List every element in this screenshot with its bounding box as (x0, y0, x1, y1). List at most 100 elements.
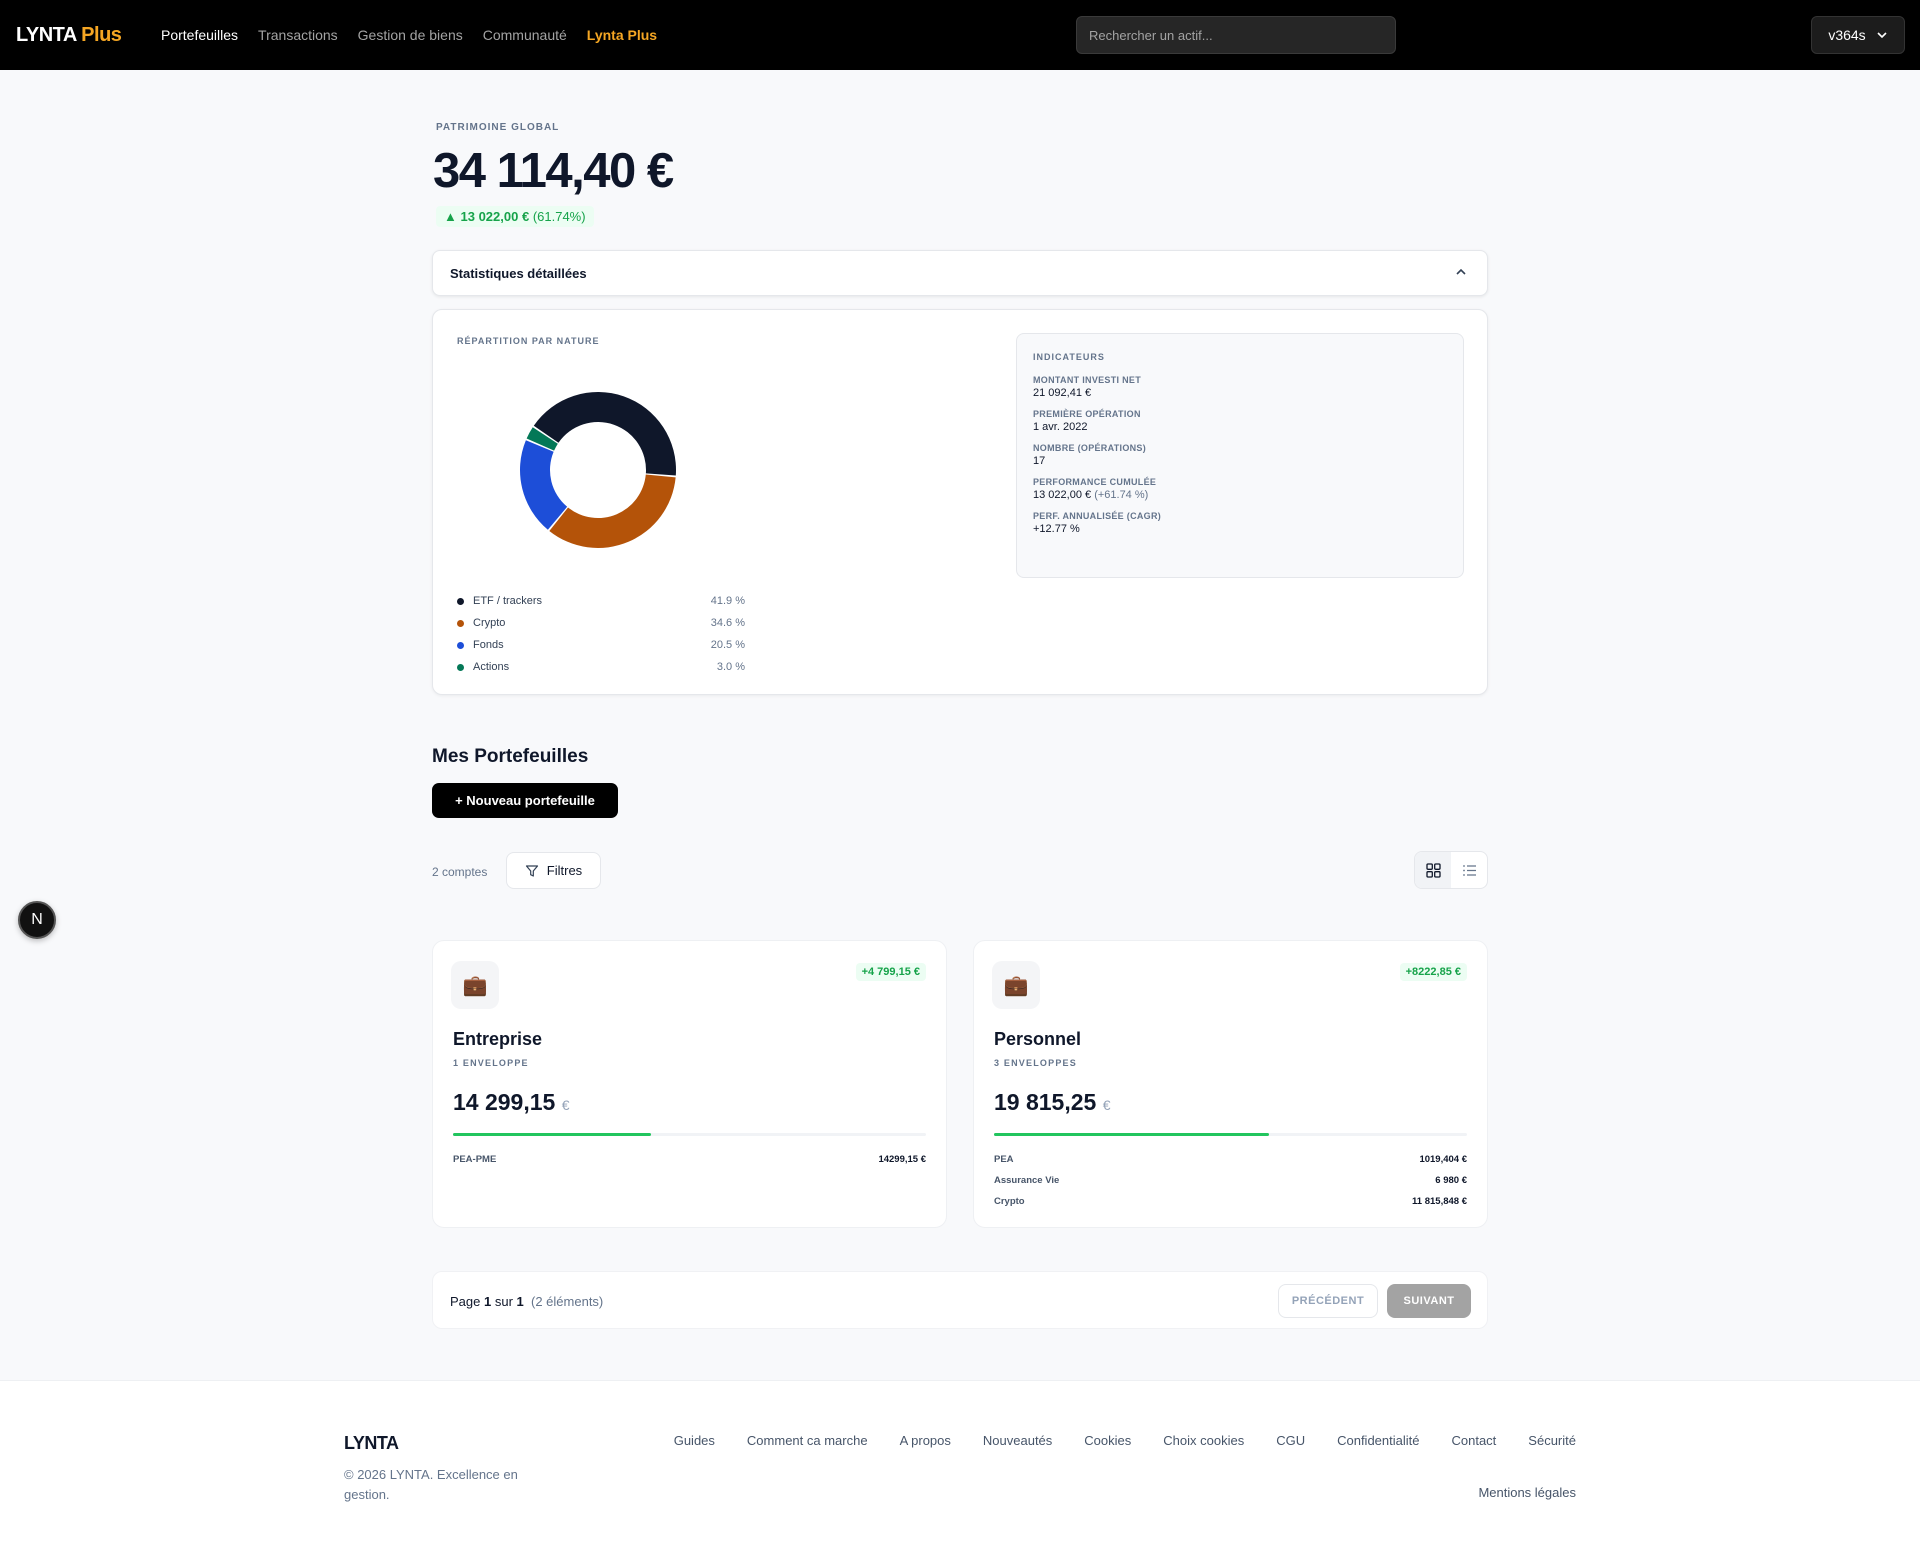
legend-item: Fonds 20.5 % (457, 634, 745, 656)
username: v364s (1828, 27, 1866, 43)
view-toggle (1414, 851, 1488, 889)
grid-view-button[interactable] (1415, 852, 1451, 888)
new-portfolio-button[interactable]: + Nouveau portefeuille (432, 783, 618, 818)
nav-link-portefeuilles[interactable]: Portefeuilles (161, 27, 238, 43)
logo[interactable]: LYNTA Plus (16, 24, 122, 47)
portfolio-share-bar (453, 1133, 926, 1136)
footer-link-guides[interactable]: Guides (674, 1433, 715, 1448)
portfolio-value-amount: 14 299,15 (453, 1089, 556, 1115)
portfolio-name: Entreprise (453, 1029, 543, 1049)
chevron-up-icon (1456, 268, 1466, 275)
footer-link-confidentialite[interactable]: Confidentialité (1337, 1433, 1419, 1448)
of-word: sur (494, 1294, 513, 1309)
legend-item: Actions 3.0 % (457, 656, 745, 678)
nav-link-communaute[interactable]: Communauté (483, 27, 567, 43)
nav-link-gestion-de-biens[interactable]: Gestion de biens (358, 27, 463, 43)
list-icon (1462, 864, 1476, 876)
indicator-montant-investi: MONTANT INVESTI NET 21 092,41 € (1033, 375, 1447, 399)
legend-label: Crypto (473, 617, 506, 629)
patrimoine-label: PATRIMOINE GLOBAL (436, 122, 560, 133)
legend-dot (457, 619, 464, 627)
legend-value: 3.0 % (716, 661, 745, 673)
envelope-row: Assurance Vie 6 980 € (994, 1175, 1467, 1196)
filters-label: Filtres (546, 863, 583, 878)
pagination: Page 1 sur 1 (2 éléments) PRÉCÉDENT SUIV… (432, 1271, 1488, 1329)
nav-links: Portefeuilles Transactions Gestion de bi… (161, 27, 657, 43)
stats-panel: RÉPARTITION PAR NATURE ETF / trackers 41.… (432, 309, 1488, 695)
total-pages: 1 (516, 1294, 524, 1309)
legend-value: 34.6 % (710, 617, 745, 629)
footer-logo: LYNTA (344, 1433, 399, 1453)
previous-page-button[interactable]: PRÉCÉDENT (1278, 1284, 1378, 1318)
footer-link-nouveautes[interactable]: Nouveautés (983, 1433, 1052, 1448)
next-page-button[interactable]: SUIVANT (1387, 1284, 1471, 1318)
portfolio-value-amount: 19 815,25 (994, 1089, 1097, 1115)
footer-link-cgu[interactable]: CGU (1276, 1433, 1305, 1448)
envelope-row: PEA 1019,404 € (994, 1154, 1467, 1175)
envelope-row: Crypto 11 815,848 € (994, 1196, 1467, 1217)
footer-link-securite[interactable]: Sécurité (1528, 1433, 1576, 1448)
indicator-label: NOMBRE (OPÉRATIONS) (1033, 443, 1147, 453)
indicator-value: 21 092,41 € (1033, 387, 1092, 399)
legend-label: Fonds (473, 639, 504, 651)
legend-item: ETF / trackers 41.9 % (457, 590, 745, 612)
user-menu-button[interactable]: v364s (1811, 16, 1905, 54)
legend-dot (457, 663, 464, 671)
envelope-name: Crypto (994, 1196, 1025, 1207)
search-input[interactable] (1076, 16, 1396, 54)
portfolio-card-entreprise[interactable]: 💼 +4 799,15 € Entreprise 1 ENVELOPPE 14 … (432, 940, 947, 1228)
legend-label: ETF / trackers (473, 595, 543, 607)
envelope-name: Assurance Vie (994, 1175, 1060, 1186)
page-word: Page (450, 1294, 481, 1309)
envelope-value: 6 980 € (1435, 1175, 1467, 1186)
envelope-value: 14299,15 € (878, 1154, 926, 1165)
list-view-button[interactable] (1451, 852, 1487, 888)
portfolio-share-bar (994, 1133, 1467, 1136)
floating-n-button[interactable]: N (18, 901, 56, 939)
portfolio-name: Personnel (994, 1029, 1082, 1049)
footer-link-contact[interactable]: Contact (1451, 1433, 1496, 1448)
envelope-count: 3 ENVELOPPES (994, 1058, 1077, 1068)
repartition-label: RÉPARTITION PAR NATURE (457, 336, 600, 346)
indicator-cagr: PERF. ANNUALISÉE (CAGR) +12.77 % (1033, 511, 1447, 535)
envelope-name: PEA (994, 1154, 1014, 1165)
currency-symbol: € (1102, 1097, 1111, 1113)
envelope-list: PEA 1019,404 € Assurance Vie 6 980 € Cry… (994, 1154, 1467, 1217)
footer-copyright: © 2026 LYNTA. Excellence en gestion. (344, 1467, 518, 1502)
footer-link-comment-ca-marche[interactable]: Comment ca marche (747, 1433, 868, 1448)
currency-symbol: € (561, 1097, 570, 1113)
chart-legend: ETF / trackers 41.9 % Crypto 34.6 % Fonds 20.… (457, 590, 745, 678)
nav-link-lynta-plus[interactable]: Lynta Plus (587, 27, 657, 43)
nav-link-transactions[interactable]: Transactions (258, 27, 338, 43)
pagination-info: Page 1 sur 1 (2 éléments) (450, 1294, 603, 1309)
delta-amount: 13 022,00 € (460, 209, 530, 224)
grid-icon (1425, 862, 1441, 878)
current-page: 1 (484, 1294, 492, 1309)
envelope-value: 11 815,848 € (1412, 1196, 1467, 1207)
portfolio-share-fill (453, 1133, 652, 1136)
footer-link-choix-cookies[interactable]: Choix cookies (1163, 1433, 1244, 1448)
footer-link-cookies[interactable]: Cookies (1084, 1433, 1131, 1448)
indicator-nombre-operations: NOMBRE (OPÉRATIONS) 17 (1033, 443, 1447, 467)
indicator-value: 1 avr. 2022 (1033, 421, 1088, 433)
footer: LYNTA © 2026 LYNTA. Excellence en gestio… (0, 1380, 1920, 1552)
stats-accordion-header[interactable]: Statistiques détaillées (432, 250, 1488, 296)
portfolio-card-personnel[interactable]: 💼 +8222,85 € Personnel 3 ENVELOPPES 19 8… (973, 940, 1488, 1228)
footer-link-a-propos[interactable]: A propos (900, 1433, 951, 1448)
filters-button[interactable]: Filtres (506, 852, 601, 889)
portfolios-heading: Mes Portefeuilles (432, 746, 589, 767)
legend-dot (457, 597, 464, 605)
legend-label: Actions (473, 661, 510, 673)
legend-dot (457, 641, 464, 649)
envelope-name: PEA-PME (453, 1154, 497, 1165)
legend-value: 41.9 % (710, 595, 745, 607)
patrimoine-total: 34 114,40 € (433, 144, 674, 198)
envelope-row: PEA-PME 14299,15 € (453, 1154, 926, 1175)
briefcase-icon: 💼 (992, 961, 1040, 1009)
footer-link-mentions-legales[interactable]: Mentions légales (1478, 1485, 1576, 1500)
legend-item: Crypto 34.6 % (457, 612, 745, 634)
indicator-premiere-operation: PREMIÈRE OPÉRATION 1 avr. 2022 (1033, 409, 1447, 433)
indicator-label: MONTANT INVESTI NET (1033, 375, 1142, 385)
donut-slice-etf-trackers (533, 391, 676, 476)
delta-percent: (61.74%) (532, 209, 586, 224)
